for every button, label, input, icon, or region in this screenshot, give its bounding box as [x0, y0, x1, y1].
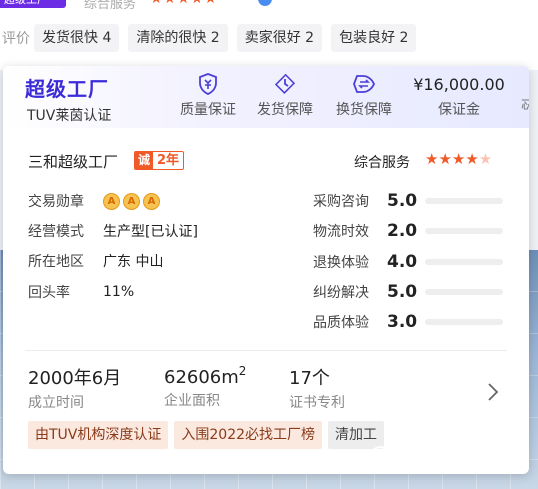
score-label: 品质体验: [313, 315, 369, 331]
certificates-stat: 17个 证书专利: [289, 364, 345, 412]
factory-tags: 由TUV机构深度认证 入围2022必找工厂榜 清加工: [28, 421, 390, 449]
exchange-guarantee-label: 换货保障: [336, 102, 392, 118]
score-bar: [425, 289, 503, 295]
shipping-guarantee-label: 发货保障: [257, 102, 313, 118]
super-factory-badge-peek: 超级工厂: [0, 0, 66, 8]
tuv-certification-label: TUV莱茵认证: [27, 108, 112, 124]
score-bar: [425, 259, 503, 265]
integrity-years-badge: 诚 2年: [134, 151, 185, 170]
exchange-guarantee[interactable]: 换货保障: [325, 72, 403, 119]
clock-shipping-icon: [274, 73, 296, 94]
score-row: 采购咨询 5.0: [313, 190, 503, 212]
score-value: 4.0: [387, 252, 418, 272]
region-value: 广东 中山: [103, 254, 164, 270]
deposit-amount: ¥16,000.00: [413, 75, 505, 94]
score-row: 退换体验 4.0: [313, 251, 503, 273]
integrity-years: 2年: [157, 153, 180, 168]
half-star-icon: ★: [478, 150, 493, 168]
header-cut-text: 忒: [521, 97, 529, 113]
area-value: 62606m2: [164, 364, 247, 388]
score-value: 5.0: [387, 282, 418, 302]
company-name[interactable]: 三和超级工厂: [28, 151, 118, 172]
certificates-label: 证书专利: [289, 395, 345, 411]
score-label: 物流时效: [313, 224, 369, 240]
shipping-guarantee[interactable]: 发货保障: [246, 72, 324, 119]
watermark-text: 值 什么值得买: [400, 451, 508, 472]
founded-value: 2000年6月: [28, 368, 122, 389]
score-bar: [425, 319, 503, 325]
score-row: 物流时效 2.0: [313, 220, 503, 242]
evaluation-tag[interactable]: 清除的很快 2: [128, 24, 228, 52]
business-mode-value: 生产型[已认证]: [103, 224, 198, 240]
quality-guarantee-label: 质量保证: [180, 102, 236, 118]
integrity-mark: 诚: [135, 152, 154, 169]
score-value: 2.0: [387, 221, 418, 241]
star-icon: ★★★★: [425, 150, 479, 168]
service-stars-peek: ★★★★★: [150, 0, 218, 7]
factory-info-card: 超级工厂 TUV莱茵认证 质量保证 发货保障 换货保障 ¥16,000.00 保…: [3, 66, 529, 474]
area-label: 企业面积: [164, 393, 220, 409]
overall-service-label: 综合服务: [354, 155, 410, 171]
quality-shield-icon: [199, 73, 217, 95]
region-label: 所在地区: [28, 254, 84, 270]
repurchase-rate-row: 回头率 11%: [28, 282, 134, 302]
card-header: 超级工厂 TUV莱茵认证 质量保证 发货保障 换货保障 ¥16,000.00 保…: [3, 66, 529, 128]
watermark: 值 什么值得买: [368, 446, 507, 472]
score-row: 纠纷解决 5.0: [313, 281, 503, 303]
chevron-right-icon[interactable]: [487, 382, 499, 402]
evaluation-tag[interactable]: 发货很快 4: [34, 24, 120, 52]
score-label: 退换体验: [313, 255, 369, 271]
evaluation-tags-row: 评价 发货很快 4 清除的很快 2 卖家很好 2 包装良好 2: [0, 24, 425, 52]
founded-stat: 2000年6月 成立时间: [28, 364, 121, 412]
medal-icon: A: [123, 192, 140, 210]
deposit: ¥16,000.00 保证金: [403, 75, 515, 119]
factory-tag[interactable]: 清加工: [328, 421, 385, 449]
score-label: 纠纷解决: [313, 285, 369, 301]
business-mode-label: 经营模式: [28, 224, 84, 240]
score-bar: [425, 198, 503, 204]
overall-service-stars: ★★★★★: [425, 150, 492, 168]
founded-label: 成立时间: [28, 395, 84, 411]
exchange-icon: [353, 75, 375, 93]
trade-medals[interactable]: A A A: [103, 192, 163, 210]
super-factory-title: 超级工厂: [25, 77, 109, 101]
evaluation-tag[interactable]: 包装良好 2: [331, 24, 417, 52]
factory-tag[interactable]: 入围2022必找工厂榜: [174, 421, 323, 449]
score-label: 采购咨询: [313, 194, 369, 210]
region-row: 所在地区 广东 中山: [28, 251, 163, 271]
trade-medal-label: 交易勋章: [28, 194, 84, 210]
medal-icon: A: [143, 192, 160, 210]
factory-tag[interactable]: 由TUV机构深度认证: [28, 421, 169, 449]
medal-icon: A: [103, 192, 120, 210]
section-divider: [25, 350, 507, 351]
trade-medal-row: 交易勋章 A A A: [28, 191, 163, 211]
score-bar: [425, 228, 503, 234]
quality-guarantee[interactable]: 质量保证: [169, 72, 247, 119]
area-stat: 62606m2 企业面积: [164, 364, 246, 410]
service-label-peek: 综合服务: [84, 0, 137, 12]
repurchase-rate-label: 回头率: [28, 285, 70, 301]
certificates-value: 17个: [289, 368, 330, 389]
evaluation-label: 评价: [2, 31, 30, 47]
watermark-logo-icon: [368, 446, 394, 472]
score-value: 3.0: [387, 312, 418, 332]
evaluation-tag[interactable]: 卖家很好 2: [236, 24, 323, 52]
deposit-label: 保证金: [438, 102, 480, 118]
repurchase-rate-value: 11%: [103, 284, 135, 300]
score-value: 5.0: [387, 191, 418, 211]
business-mode-row: 经营模式 生产型[已认证]: [28, 221, 198, 241]
score-row: 品质体验 3.0: [313, 311, 503, 333]
